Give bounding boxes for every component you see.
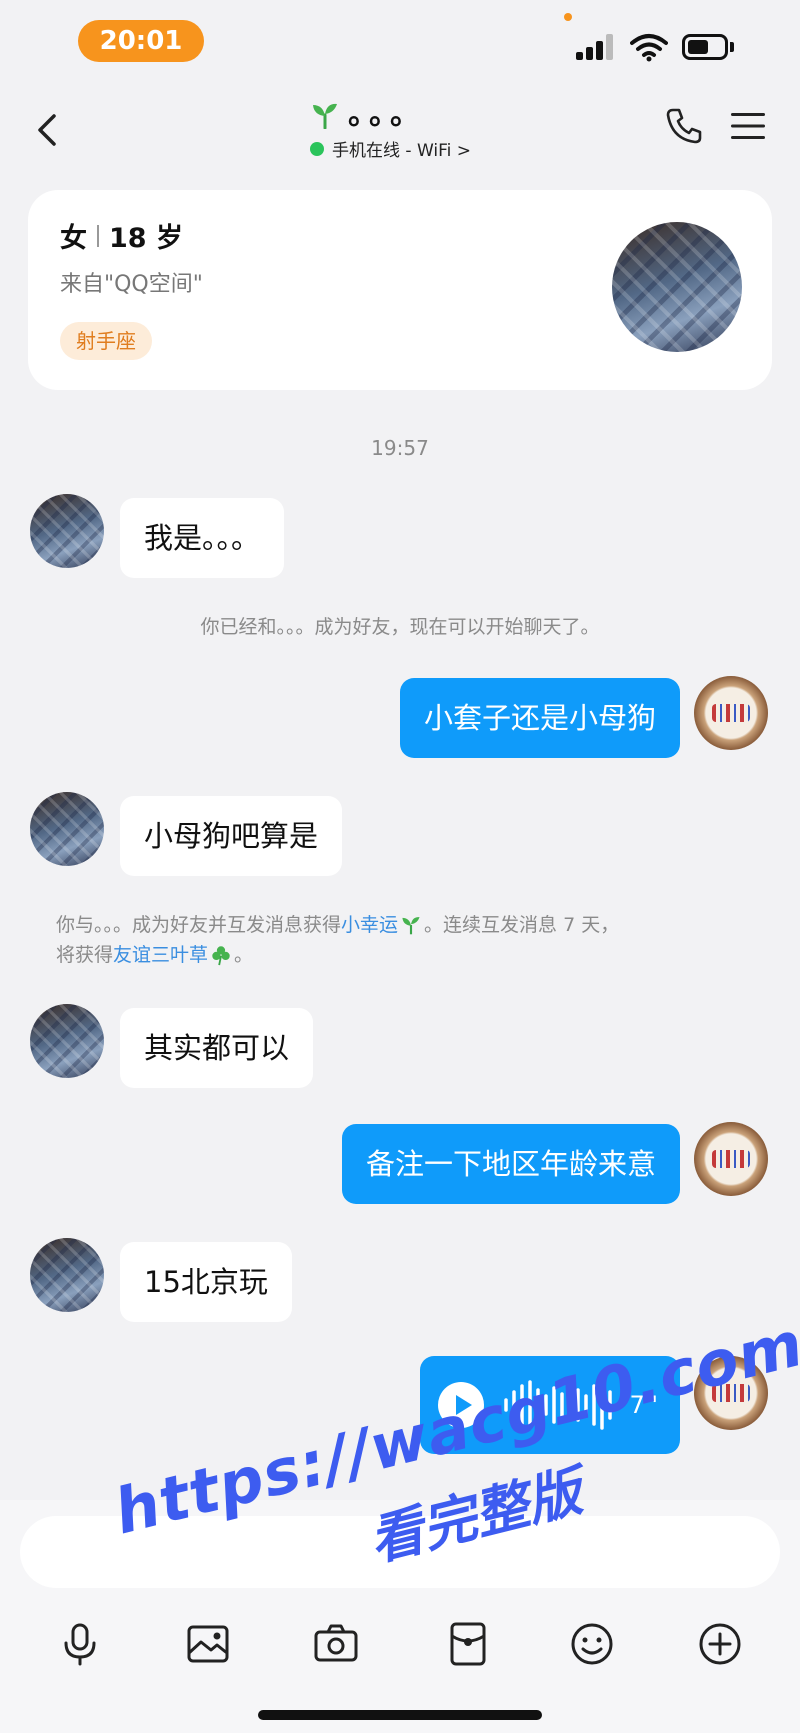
back-arrow-icon[interactable] [30, 108, 66, 152]
input-toolbar [0, 1620, 800, 1680]
profile-gender: 女 [60, 223, 87, 254]
battery-icon [682, 34, 734, 60]
chat-timestamp: 19:57 [371, 436, 429, 460]
friendship-system-message: 你与。。。成为好友并互发消息获得小幸运 。连续互发消息 7 天， 将获得友谊三叶草… [56, 910, 756, 970]
contact-name-text: 。。。 [348, 97, 426, 132]
divider [97, 224, 99, 247]
message-bubble-incoming[interactable]: 小母狗吧算是 [120, 796, 343, 876]
my-avatar[interactable] [694, 1356, 768, 1430]
profile-source: 来自"QQ空间" [60, 272, 203, 297]
camera-icon[interactable] [312, 1620, 360, 1668]
system-message-line1: 你与。。。成为好友并互发消息获得小幸运 。连续互发消息 7 天， [56, 910, 756, 940]
chat-header: 。。。 手机在线 - WiFi > [0, 90, 800, 170]
message-bubble-incoming[interactable]: 我是。。。 [120, 498, 285, 578]
cellular-signal-icon [576, 34, 616, 60]
system-text: 。连续互发消息 7 天， [424, 914, 620, 936]
system-text: 将获得 [56, 944, 114, 966]
profile-card[interactable]: 女 18 岁 来自"QQ空间" 射手座 [28, 190, 772, 390]
photo-icon[interactable] [184, 1620, 232, 1668]
profile-basic-info: 女 18 岁 [60, 216, 183, 255]
system-text: 。 [234, 944, 254, 966]
microphone-icon[interactable] [56, 1620, 104, 1668]
clover-icon [212, 946, 230, 966]
waveform-icon [504, 1380, 612, 1430]
add-more-icon[interactable] [696, 1620, 744, 1668]
sprout-icon [313, 103, 337, 129]
contact-avatar[interactable] [30, 1238, 104, 1312]
input-area [0, 1500, 800, 1733]
contact-name[interactable]: 。。。 [310, 98, 426, 132]
system-text: 你与。。。成为好友并互发消息获得 [56, 914, 342, 936]
home-indicator[interactable] [258, 1710, 542, 1720]
zodiac-tag: 射手座 [60, 322, 152, 360]
online-status-text: 手机在线 - WiFi > [332, 141, 472, 161]
profile-age: 18 岁 [109, 223, 183, 254]
message-bubble-outgoing[interactable]: 备注一下地区年龄来意 [341, 1124, 680, 1204]
message-bubble-incoming[interactable]: 其实都可以 [120, 1008, 314, 1088]
contact-avatar[interactable] [30, 792, 104, 866]
sprout-icon [402, 917, 420, 935]
status-time: 20:01 [78, 20, 204, 62]
message-bubble-incoming[interactable]: 15北京玩 [120, 1242, 292, 1322]
system-message: 你已经和。。。成为好友，现在可以开始聊天了。 [200, 616, 600, 638]
message-input[interactable] [20, 1516, 780, 1588]
red-packet-icon[interactable] [444, 1620, 492, 1668]
play-icon[interactable] [438, 1382, 484, 1428]
menu-icon[interactable] [730, 110, 766, 142]
system-message-line2: 将获得友谊三叶草 。 [56, 940, 756, 970]
voice-message-bubble[interactable]: 7'' [420, 1356, 680, 1454]
my-avatar[interactable] [694, 1122, 768, 1196]
contact-avatar[interactable] [30, 494, 104, 568]
contact-avatar[interactable] [30, 1004, 104, 1078]
phone-call-icon[interactable] [664, 106, 704, 146]
wifi-icon [630, 34, 668, 62]
friendship-clover-link[interactable]: 友谊三叶草 [113, 944, 208, 966]
message-bubble-outgoing[interactable]: 小套子还是小母狗 [399, 678, 680, 758]
voice-duration: 7'' [629, 1391, 658, 1419]
emoji-icon[interactable] [568, 1620, 616, 1668]
little-luck-link[interactable]: 小幸运 [341, 914, 398, 936]
online-status[interactable]: 手机在线 - WiFi > [310, 136, 471, 161]
online-dot-icon [310, 141, 324, 156]
status-bar: 20:01 [0, 0, 800, 90]
privacy-indicator-dot [564, 13, 572, 21]
my-avatar[interactable] [694, 676, 768, 750]
profile-avatar[interactable] [612, 222, 742, 352]
